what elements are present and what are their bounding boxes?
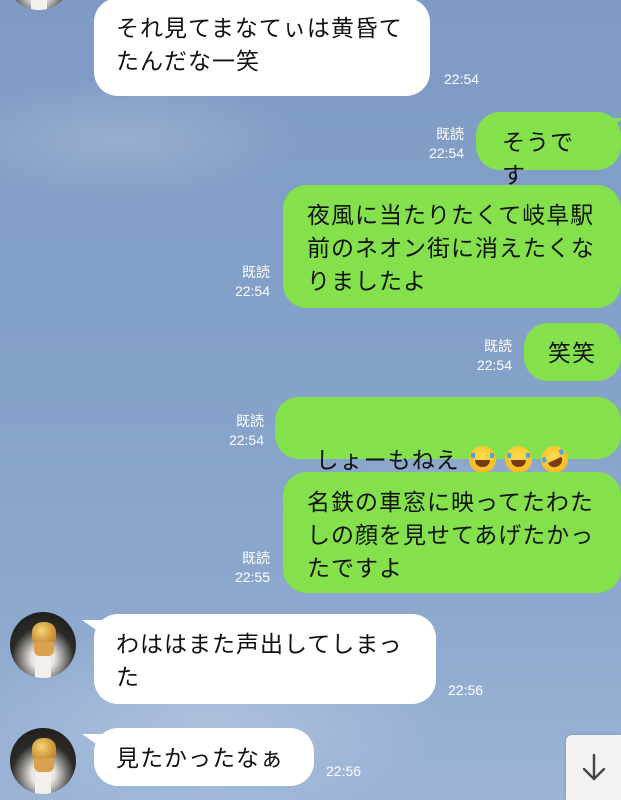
message-time: 22:55	[234, 569, 270, 585]
contact-avatar[interactable]	[10, 728, 76, 794]
avatar-figure-image	[35, 656, 51, 678]
avatar-figure-image	[31, 0, 47, 10]
incoming-message-bubble[interactable]: 見たかったなぁ	[94, 728, 314, 786]
message-time: 22:54	[428, 145, 464, 161]
read-receipt-group: 既読 22:55	[224, 549, 270, 587]
arrow-down-icon	[582, 753, 605, 780]
avatar-figure-image	[35, 772, 51, 794]
message-time: 22:56	[448, 682, 484, 698]
outgoing-message-bubble[interactable]: そうです	[476, 112, 621, 189]
message-time: 22:54	[228, 432, 264, 448]
avatar-cup-image	[34, 758, 54, 772]
bubble-tail	[604, 118, 621, 132]
message-time: 22:54	[444, 71, 480, 87]
read-receipt-group: 既読 22:54	[418, 125, 464, 163]
avatar-cup-image	[34, 642, 54, 656]
read-receipt: 既読	[242, 550, 270, 566]
read-receipt-group: 既読 22:54	[218, 412, 264, 450]
message-time: 22:54	[234, 283, 270, 299]
outgoing-message-bubble[interactable]: しょーもねえ	[275, 397, 621, 511]
avatar-cake-image	[32, 738, 56, 760]
avatar-cake-image	[32, 622, 56, 644]
message-time: 22:56	[326, 763, 362, 779]
scroll-to-bottom-button[interactable]	[566, 735, 621, 800]
read-receipt: 既読	[484, 338, 512, 354]
message-text: しょーもねえ	[315, 448, 460, 474]
read-receipt-group: 既読 22:54	[470, 337, 512, 375]
face-with-tears-of-joy-icon	[504, 446, 532, 473]
contact-avatar[interactable]	[6, 0, 72, 10]
read-receipt: 既読	[242, 264, 270, 280]
contact-avatar[interactable]	[10, 612, 76, 678]
incoming-message-bubble[interactable]: わははまた声出してしまっ た	[94, 614, 436, 704]
read-receipt: 既読	[236, 413, 264, 429]
message-time: 22:54	[476, 357, 512, 373]
incoming-message-bubble[interactable]: それ見てまなてぃは黄昏て たんだな一笑	[94, 0, 430, 96]
read-receipt: 既読	[436, 126, 464, 142]
outgoing-message-bubble[interactable]: 夜風に当たりたくて岐阜駅 前のネオン街に消えたくな りましたよ	[283, 185, 621, 308]
outgoing-message-bubble[interactable]: 名鉄の車窓に映ってたわた しの顔を見せてあげたかっ たですよ	[283, 472, 621, 593]
read-receipt-group: 既読 22:54	[224, 263, 270, 301]
face-with-tears-of-joy-icon	[468, 446, 496, 473]
outgoing-message-bubble[interactable]: 笑笑	[524, 323, 621, 381]
